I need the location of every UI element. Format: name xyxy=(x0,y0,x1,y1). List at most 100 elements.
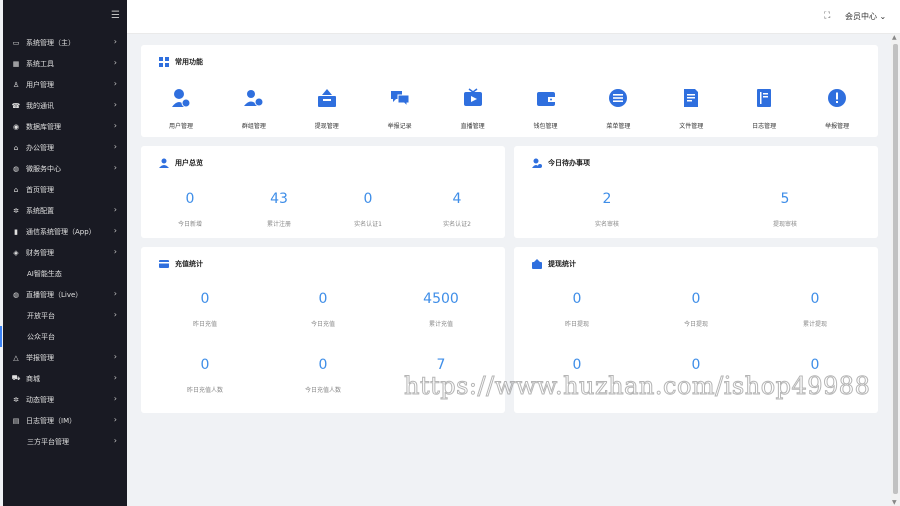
quick-function-item[interactable]: 举报管理 xyxy=(807,88,867,130)
sidebar-item[interactable]: 三方平台管理 › xyxy=(3,431,127,452)
quick-function-item[interactable]: 文件管理 xyxy=(661,88,721,130)
sidebar-item[interactable]: ▮ 通信系统管理（App） › xyxy=(3,221,127,242)
sidebar-item-label: 日志管理（IM） xyxy=(26,416,77,425)
sidebar-item[interactable]: ⌂ 首页管理 xyxy=(3,179,127,200)
monitor-icon: ▭ xyxy=(12,38,20,47)
apps-icon xyxy=(159,57,169,67)
quick-function-item[interactable]: 菜单管理 xyxy=(588,88,648,130)
sidebar-item[interactable]: ◈ 财务管理 › xyxy=(3,242,127,263)
card-icon xyxy=(159,260,169,268)
stat-value: 4 xyxy=(452,191,462,207)
quick-function-label: 提现管理 xyxy=(314,123,339,130)
group-icon xyxy=(243,90,264,107)
sidebar-item[interactable]: ☎ 我的通讯 › xyxy=(3,95,127,116)
sidebar-item[interactable]: ▭ 系统管理（主） › xyxy=(3,32,127,53)
chevron-right-icon: › xyxy=(113,58,117,67)
quick-function-label: 直播管理 xyxy=(460,123,485,130)
sidebar: ☰ ▭ 系统管理（主） › ▦ 系统工具 › ♙ 用户管理 › ☎ 我的通讯 › ◉ 数据库管理 › ⌂ 办公管… xyxy=(0,0,127,506)
log-icon: ▤ xyxy=(12,416,20,425)
card-title: 充值统计 xyxy=(159,259,203,269)
stat-value: 4500 xyxy=(423,291,459,307)
user-icon xyxy=(159,158,169,168)
sidebar-item[interactable]: △ 举报管理 › xyxy=(3,347,127,368)
card-title: 常用功能 xyxy=(159,57,203,67)
sidebar-item-label: 首页管理 xyxy=(26,185,54,194)
scroll-thumb[interactable] xyxy=(893,44,898,494)
warning-icon: △ xyxy=(13,353,19,362)
todo-title: 今日待办事项 xyxy=(548,159,590,167)
sidebar-item[interactable]: ⌂ 办公管理 › xyxy=(3,137,127,158)
stat-value: 0 xyxy=(200,357,210,373)
sidebar-item[interactable]: ✲ 系统配置 › xyxy=(3,200,127,221)
sidebar-item-label: 开放平台 xyxy=(27,311,55,320)
sidebar-item[interactable]: ▦ 系统工具 › xyxy=(3,53,127,74)
quick-function-item[interactable]: 钱包管理 xyxy=(516,88,576,130)
quick-function-item[interactable]: 群组管理 xyxy=(224,88,284,130)
sidebar-item-label: 数据库管理 xyxy=(26,122,61,131)
signal-icon: ▮ xyxy=(14,227,18,236)
stat-block: 0 昨日提现 xyxy=(532,291,622,328)
card-title: 用户总览 xyxy=(159,158,203,168)
globe-icon: ◍ xyxy=(12,290,20,299)
database-icon: ◉ xyxy=(12,122,20,131)
sidebar-item-label: 通信系统管理（App） xyxy=(26,227,96,236)
sidebar-item[interactable]: ◉ 数据库管理 › xyxy=(3,116,127,137)
member-center-dropdown[interactable]: 会员中心 ⌄ xyxy=(845,11,886,22)
sidebar-item-label: 动态管理 xyxy=(26,395,54,404)
scroll-down-icon[interactable]: ▼ xyxy=(892,499,897,506)
quick-function-item[interactable]: 直播管理 xyxy=(443,88,503,130)
scrollbar[interactable]: ▲ ▼ xyxy=(891,34,900,506)
sidebar-item-label: 举报管理 xyxy=(26,353,54,362)
sidebar-item-label: 三方平台管理 xyxy=(27,437,69,446)
withdraw-icon xyxy=(532,259,542,269)
sidebar-item[interactable]: ▤ 日志管理（IM） › xyxy=(3,410,127,431)
stat-value: 0 xyxy=(691,357,701,373)
stat-value: 2 xyxy=(602,191,612,207)
chevron-right-icon: › xyxy=(113,142,117,151)
sidebar-item[interactable]: ⛟ 商城 › xyxy=(3,368,127,389)
stat-block: 0 累计提现 xyxy=(770,291,860,328)
chevron-right-icon: › xyxy=(113,352,117,361)
quick-function-label: 钱包管理 xyxy=(533,123,558,130)
globe-icon: ◍ xyxy=(12,164,20,173)
sidebar-item[interactable]: ◍ 直播管理（Live） › xyxy=(3,284,127,305)
quick-function-label: 群组管理 xyxy=(241,123,266,130)
stat-value: 43 xyxy=(270,191,288,207)
quick-function-item[interactable]: 提现管理 xyxy=(297,88,357,130)
stat-label: 今日提现 xyxy=(683,321,708,328)
menu-icon xyxy=(609,89,628,107)
chevron-right-icon: › xyxy=(113,415,117,424)
stat-label: 实名审核 xyxy=(594,221,619,228)
scroll-up-icon[interactable]: ▲ xyxy=(892,34,897,41)
wallet-icon xyxy=(536,92,555,106)
fullscreen-icon[interactable]: ⛶ xyxy=(824,11,830,21)
quick-function-item[interactable]: 举报记录 xyxy=(370,88,430,130)
menu-collapse-icon[interactable]: ☰ xyxy=(111,10,123,22)
recharge-title: 充值统计 xyxy=(175,260,203,268)
chevron-right-icon: › xyxy=(113,100,117,109)
sidebar-item[interactable]: AI智能生态 xyxy=(3,263,127,284)
sidebar-item[interactable]: 公众平台 xyxy=(0,326,127,347)
stat-block: 4500 累计充值 xyxy=(396,291,486,328)
stat-value: 5 xyxy=(780,191,790,207)
sidebar-item[interactable]: ✲ 动态管理 › xyxy=(3,389,127,410)
stat-value: 0 xyxy=(810,291,820,307)
cart-icon: ⛟ xyxy=(11,374,21,382)
video-icon xyxy=(463,88,482,106)
sidebar-item[interactable]: ◍ 微服务中心 › xyxy=(3,158,127,179)
quick-function-item[interactable]: 日志管理 xyxy=(734,88,794,130)
chevron-right-icon: › xyxy=(113,394,117,403)
stat-label: 累计注册 xyxy=(266,221,291,228)
sidebar-item-label: 公众平台 xyxy=(27,332,55,341)
quick-function-item[interactable]: 用户管理 xyxy=(151,88,211,130)
settings-icon: ✲ xyxy=(13,206,19,215)
stat-value: 0 xyxy=(363,191,373,207)
stat-block: 5 提现审核 xyxy=(740,191,830,228)
sidebar-item[interactable]: ♙ 用户管理 › xyxy=(3,74,127,95)
stat-label: 今日充值 xyxy=(310,321,335,328)
stat-block: 0 今日充值人数 xyxy=(278,357,368,394)
sidebar-item-label: 系统工具 xyxy=(26,59,54,68)
sidebar-item[interactable]: 开放平台 › xyxy=(3,305,127,326)
stat-label: 提现审核 xyxy=(772,221,797,228)
chevron-right-icon: › xyxy=(113,37,117,46)
